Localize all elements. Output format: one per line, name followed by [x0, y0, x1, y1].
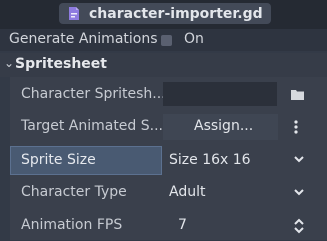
spinner-arrows-icon[interactable]	[294, 218, 304, 234]
more-options-icon[interactable]	[288, 116, 304, 138]
property-label: Character Type	[21, 184, 127, 200]
inspector-header: character-importer.gd	[0, 0, 327, 29]
generate-animations-state-label[interactable]: On	[184, 31, 204, 47]
chevron-down-icon	[294, 156, 304, 163]
animation-fps-spinbox[interactable]: 7	[163, 212, 317, 240]
generate-animations-checkbox[interactable]	[161, 35, 172, 46]
folder-icon[interactable]	[288, 84, 306, 104]
property-animation-fps: Animation FPS 7	[10, 211, 327, 241]
script-file-icon	[69, 7, 79, 20]
generate-animations-label: Generate Animations	[9, 31, 158, 47]
script-title-pill[interactable]: character-importer.gd	[59, 3, 271, 24]
chevron-down-icon: ⌄	[4, 56, 15, 70]
section-label: Spritesheet	[15, 56, 107, 72]
property-label: Target Animated S...	[21, 118, 163, 134]
character-type-dropdown[interactable]: Adult	[163, 178, 317, 207]
section-header-spritesheet[interactable]: ⌄ Spritesheet	[0, 53, 327, 77]
generate-animations-row: Generate Animations On	[0, 29, 327, 51]
script-title: character-importer.gd	[89, 5, 263, 22]
spritesheet-path-field[interactable]	[163, 82, 277, 106]
property-label: Animation FPS	[21, 217, 123, 233]
property-label: Character Spritesh...	[21, 86, 166, 102]
property-sprite-size: Sprite Size Size 16x 16	[10, 146, 327, 176]
property-target-animated-sprite: Target Animated S... Assign...	[10, 112, 327, 142]
property-label: Sprite Size	[21, 152, 96, 168]
sprite-size-dropdown[interactable]: Size 16x 16	[163, 146, 317, 175]
assign-button[interactable]: Assign...	[163, 114, 278, 140]
property-character-type: Character Type Adult	[10, 178, 327, 208]
chevron-down-icon	[294, 189, 304, 196]
property-character-spritesheet: Character Spritesh...	[10, 80, 327, 110]
